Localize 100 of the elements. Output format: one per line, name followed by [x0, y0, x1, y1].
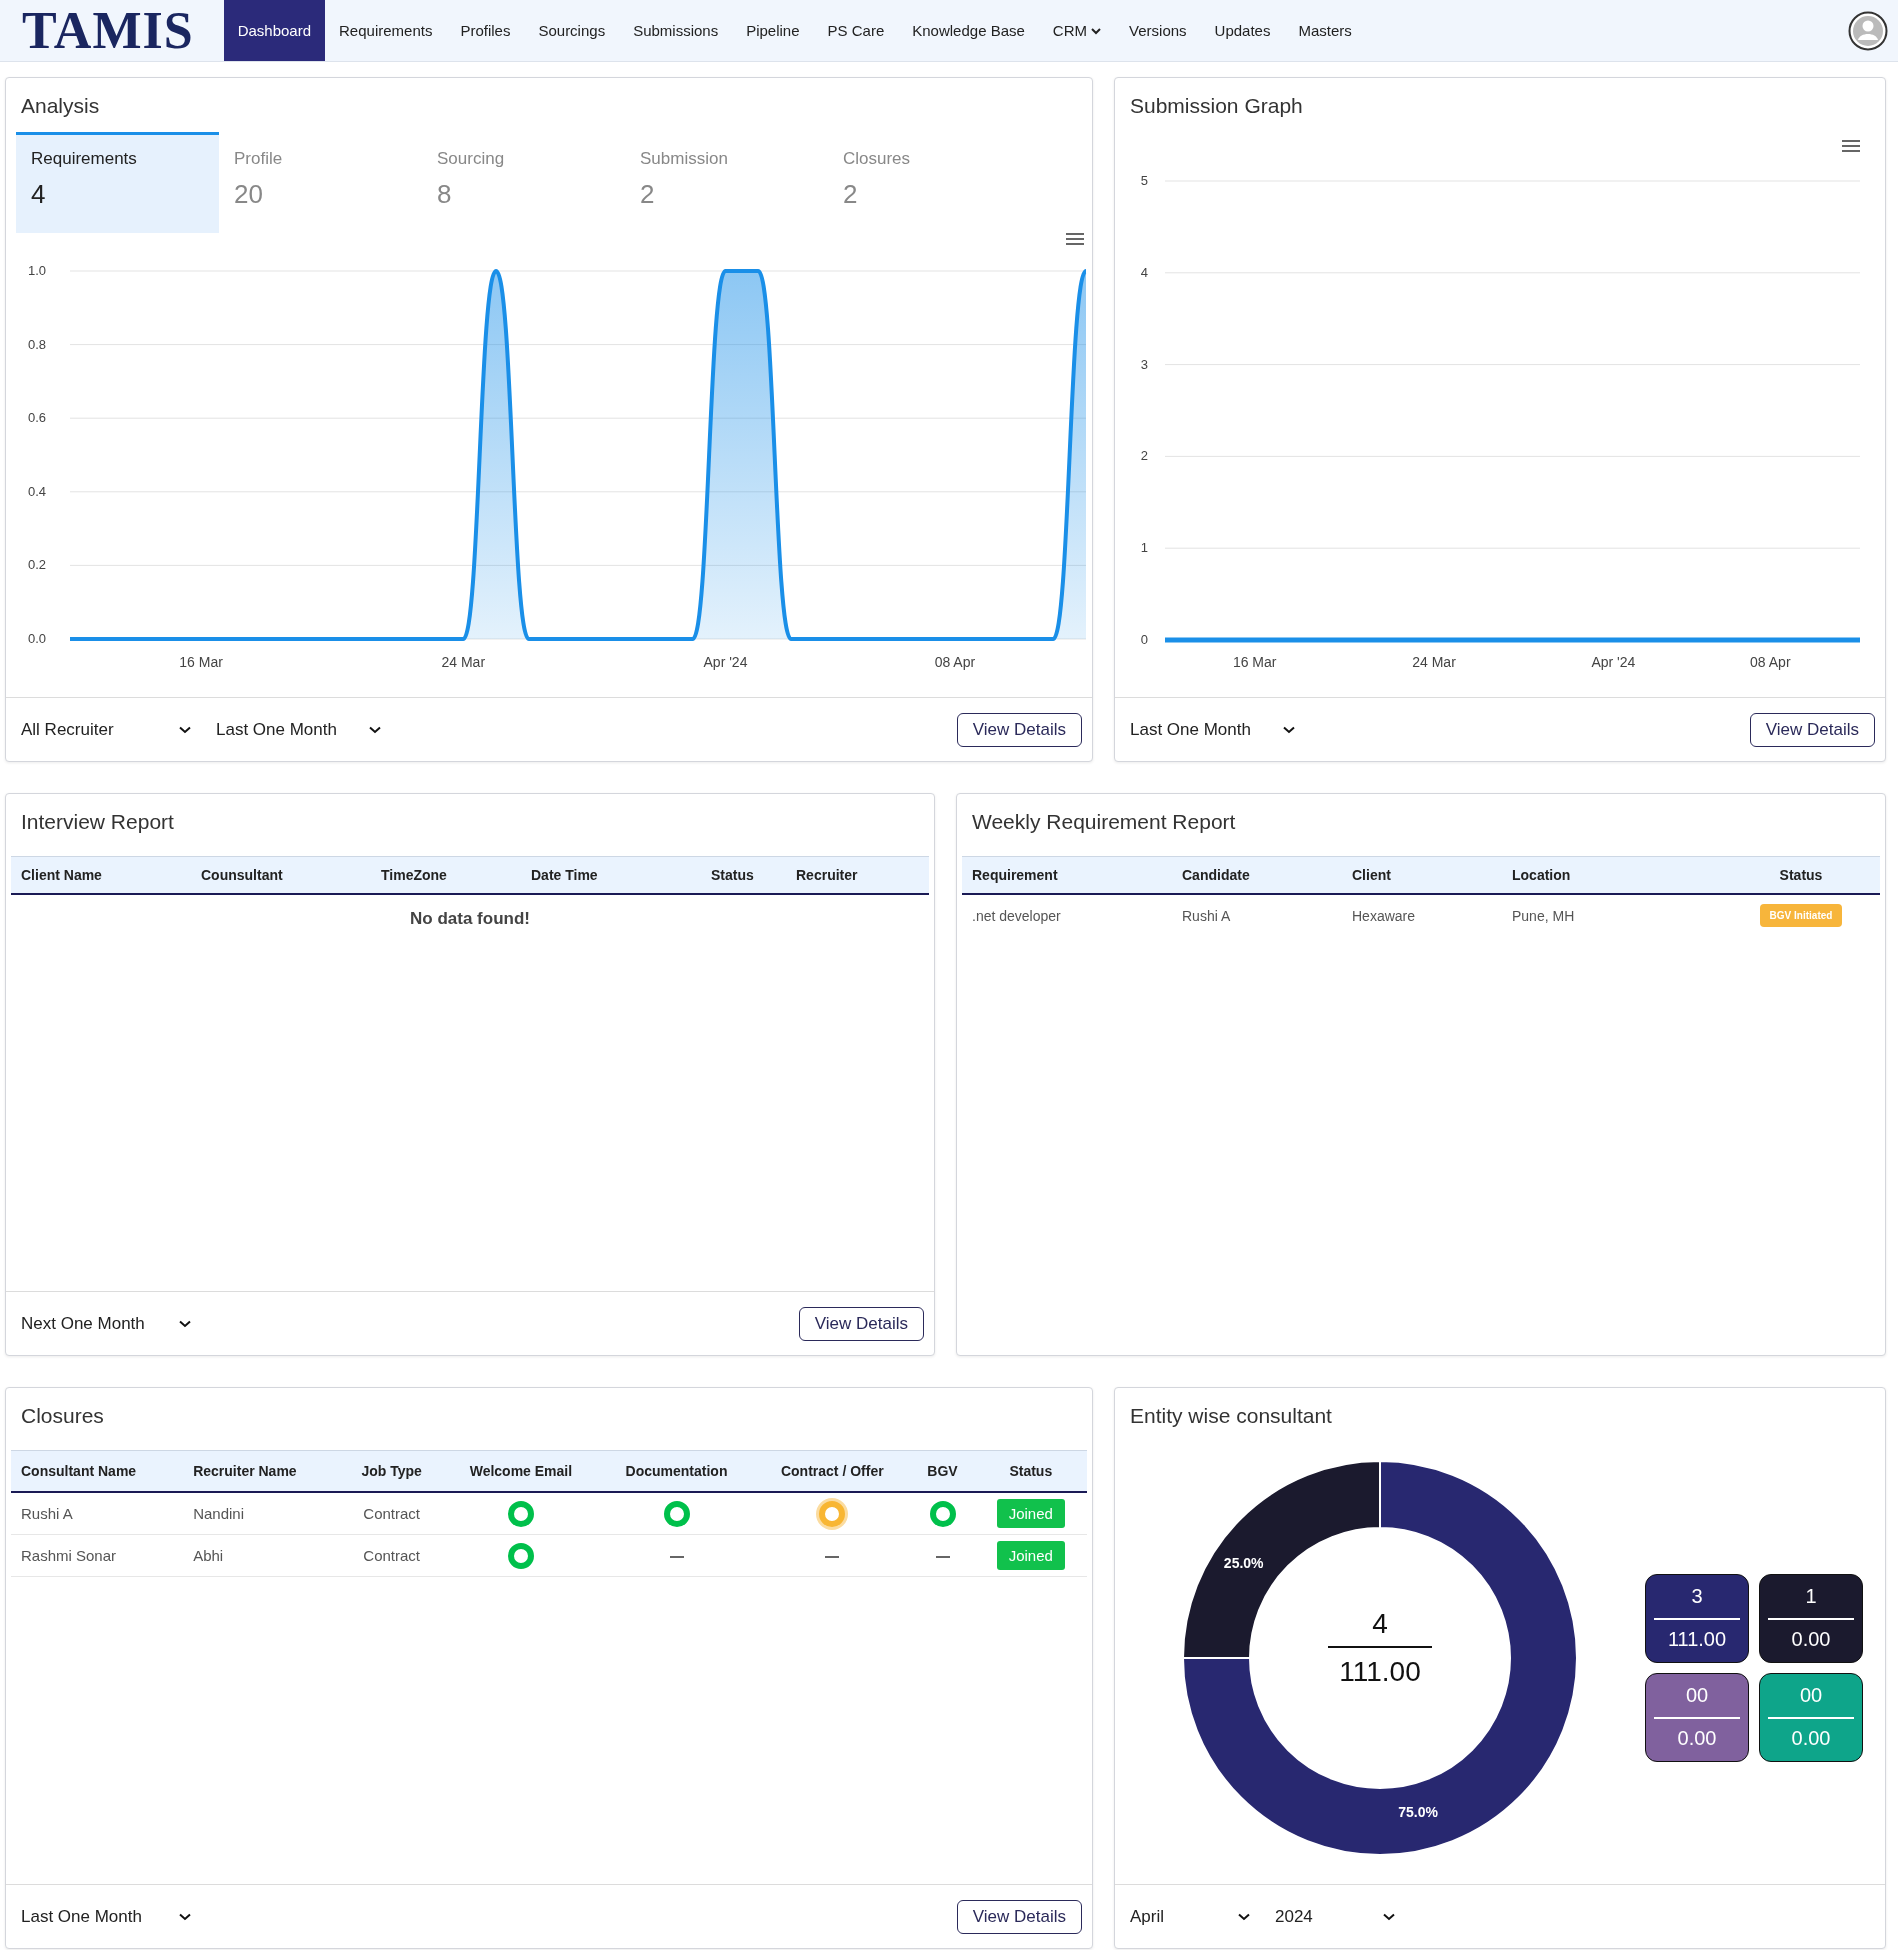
axis-tick-label: 08 Apr: [1750, 654, 1791, 670]
tile-count: 1: [1768, 1585, 1854, 1620]
card-title: Entity wise consultant: [1129, 1403, 1333, 1429]
axis-tick-label: 4: [1140, 264, 1148, 280]
column-header: TimeZone: [371, 856, 521, 894]
menu-icon[interactable]: [1066, 233, 1084, 245]
column-header: Job Type: [340, 1450, 443, 1492]
table-cell: Nandini: [183, 1492, 341, 1535]
avatar-icon[interactable]: [1848, 10, 1888, 51]
column-header: Welcome Email: [442, 1450, 599, 1492]
axis-tick-label: 3: [1140, 356, 1148, 372]
nav-item[interactable]: Dashboard: [223, 0, 325, 61]
table-cell: Abhi: [183, 1534, 341, 1577]
nav-item[interactable]: Masters: [1284, 0, 1366, 61]
metric-tab[interactable]: Submission 2: [625, 132, 828, 233]
column-header: Counsultant: [191, 856, 371, 894]
caret-icon: [1238, 1912, 1250, 1921]
tile-count: 00: [1654, 1684, 1740, 1719]
axis-tick-label: Apr '24: [1591, 654, 1636, 670]
tile-amount: 0.00: [1790, 1726, 1832, 1750]
caret-icon: [179, 725, 191, 734]
nav-item[interactable]: Knowledge Base: [898, 0, 1039, 61]
axis-tick-label: 5: [1140, 173, 1148, 188]
dropdown[interactable]: 2024: [1275, 1906, 1395, 1927]
axis-tick-label: 16 Mar: [1232, 654, 1277, 670]
column-header: Recruiter: [786, 856, 929, 894]
axis-tick-label: 08 Apr: [934, 654, 976, 670]
axis-tick-label: 0.6: [27, 410, 46, 426]
dropdown[interactable]: Last One Month: [1130, 719, 1295, 740]
tile-count: 00: [1768, 1684, 1854, 1719]
metric-tab[interactable]: Sourcing 8: [422, 132, 625, 233]
column-header: Client Name: [11, 856, 191, 894]
dropdown[interactable]: Last One Month: [216, 719, 381, 740]
column-header: Requirement: [962, 856, 1172, 894]
dropdown[interactable]: April: [1130, 1906, 1250, 1927]
column-header: Date Time: [521, 856, 701, 894]
nav-item[interactable]: PS Care: [813, 0, 899, 61]
table-cell: Contract: [340, 1534, 443, 1577]
caret-icon: [179, 1912, 191, 1921]
card-title: Closures: [20, 1403, 105, 1429]
table-cell: .net developer: [962, 894, 1172, 936]
column-header: Status: [1722, 856, 1880, 894]
caret-icon: [1283, 725, 1295, 734]
status-badge: Joined: [996, 1499, 1065, 1528]
nav-item[interactable]: Versions: [1115, 0, 1201, 61]
menu-icon[interactable]: [1842, 140, 1860, 152]
card-title: Weekly Requirement Report: [971, 809, 1237, 835]
caret-icon: [369, 725, 381, 734]
metric-tab[interactable]: Requirements 4: [16, 132, 219, 233]
column-header: Consultant Name: [11, 1450, 184, 1492]
nav-item[interactable]: Requirements: [325, 0, 447, 61]
column-header: Recruiter Name: [183, 1450, 341, 1492]
axis-tick-label: 1.0: [27, 263, 46, 278]
column-header: Client: [1342, 856, 1502, 894]
dropdown[interactable]: All Recruiter: [21, 719, 191, 740]
tile-amount: 0.00: [1790, 1627, 1832, 1651]
metric-tab[interactable]: Profile 20: [219, 132, 422, 233]
status-badge: Joined: [996, 1541, 1065, 1570]
caret-icon: [1383, 1912, 1395, 1921]
nav-item[interactable]: Profiles: [446, 0, 525, 61]
logo[interactable]: TAMIS: [22, 1, 194, 60]
status-badge: BGV Initiated: [1759, 904, 1843, 927]
slice-label: 75.0%: [1398, 1804, 1438, 1820]
nav-item[interactable]: Updates: [1200, 0, 1285, 61]
table-cell: Hexaware: [1342, 894, 1502, 936]
table-cell: Contract: [340, 1492, 443, 1535]
nav-item[interactable]: CRM: [1038, 0, 1116, 61]
card-title: Submission Graph: [1129, 93, 1304, 119]
view-details-button[interactable]: View Details: [798, 1306, 924, 1341]
card-title: Interview Report: [20, 809, 175, 835]
nav-item[interactable]: Submissions: [619, 0, 733, 61]
table-cell: Pune, MH: [1502, 894, 1722, 936]
axis-tick-label: 0.0: [27, 631, 46, 646]
card-title: Analysis: [20, 93, 101, 118]
metric-tab[interactable]: Closures 2: [828, 132, 1031, 233]
column-header: Candidate: [1172, 856, 1342, 894]
tile-amount: 111.00: [1666, 1627, 1728, 1651]
nav-item[interactable]: Pipeline: [732, 0, 814, 61]
column-header: Status: [701, 856, 786, 894]
view-details-button[interactable]: View Details: [956, 712, 1082, 747]
axis-tick-label: 24 Mar: [441, 654, 486, 670]
column-header: BGV: [910, 1450, 975, 1492]
dropdown[interactable]: Last One Month: [21, 1906, 191, 1927]
table-cell: Rushi A: [1172, 894, 1342, 936]
slice-label: 25.0%: [1223, 1554, 1264, 1571]
nav-item[interactable]: Sourcings: [524, 0, 620, 61]
axis-tick-label: 0.4: [27, 483, 46, 499]
column-header: Location: [1502, 856, 1722, 894]
axis-tick-label: 0.8: [27, 336, 46, 352]
column-header: Contract / Offer: [754, 1450, 911, 1492]
table-cell: Rashmi Sonar: [11, 1534, 184, 1577]
view-details-button[interactable]: View Details: [956, 1899, 1082, 1934]
dropdown[interactable]: Next One Month: [21, 1313, 191, 1334]
tile-amount: 0.00: [1676, 1726, 1718, 1750]
table-cell: Rushi A: [11, 1492, 184, 1535]
axis-tick-label: 16 Mar: [179, 654, 223, 670]
axis-tick-label: Apr '24: [703, 654, 748, 670]
view-details-button[interactable]: View Details: [1749, 712, 1875, 747]
center-count: 4: [1328, 1608, 1432, 1648]
axis-tick-label: 2: [1140, 448, 1148, 464]
